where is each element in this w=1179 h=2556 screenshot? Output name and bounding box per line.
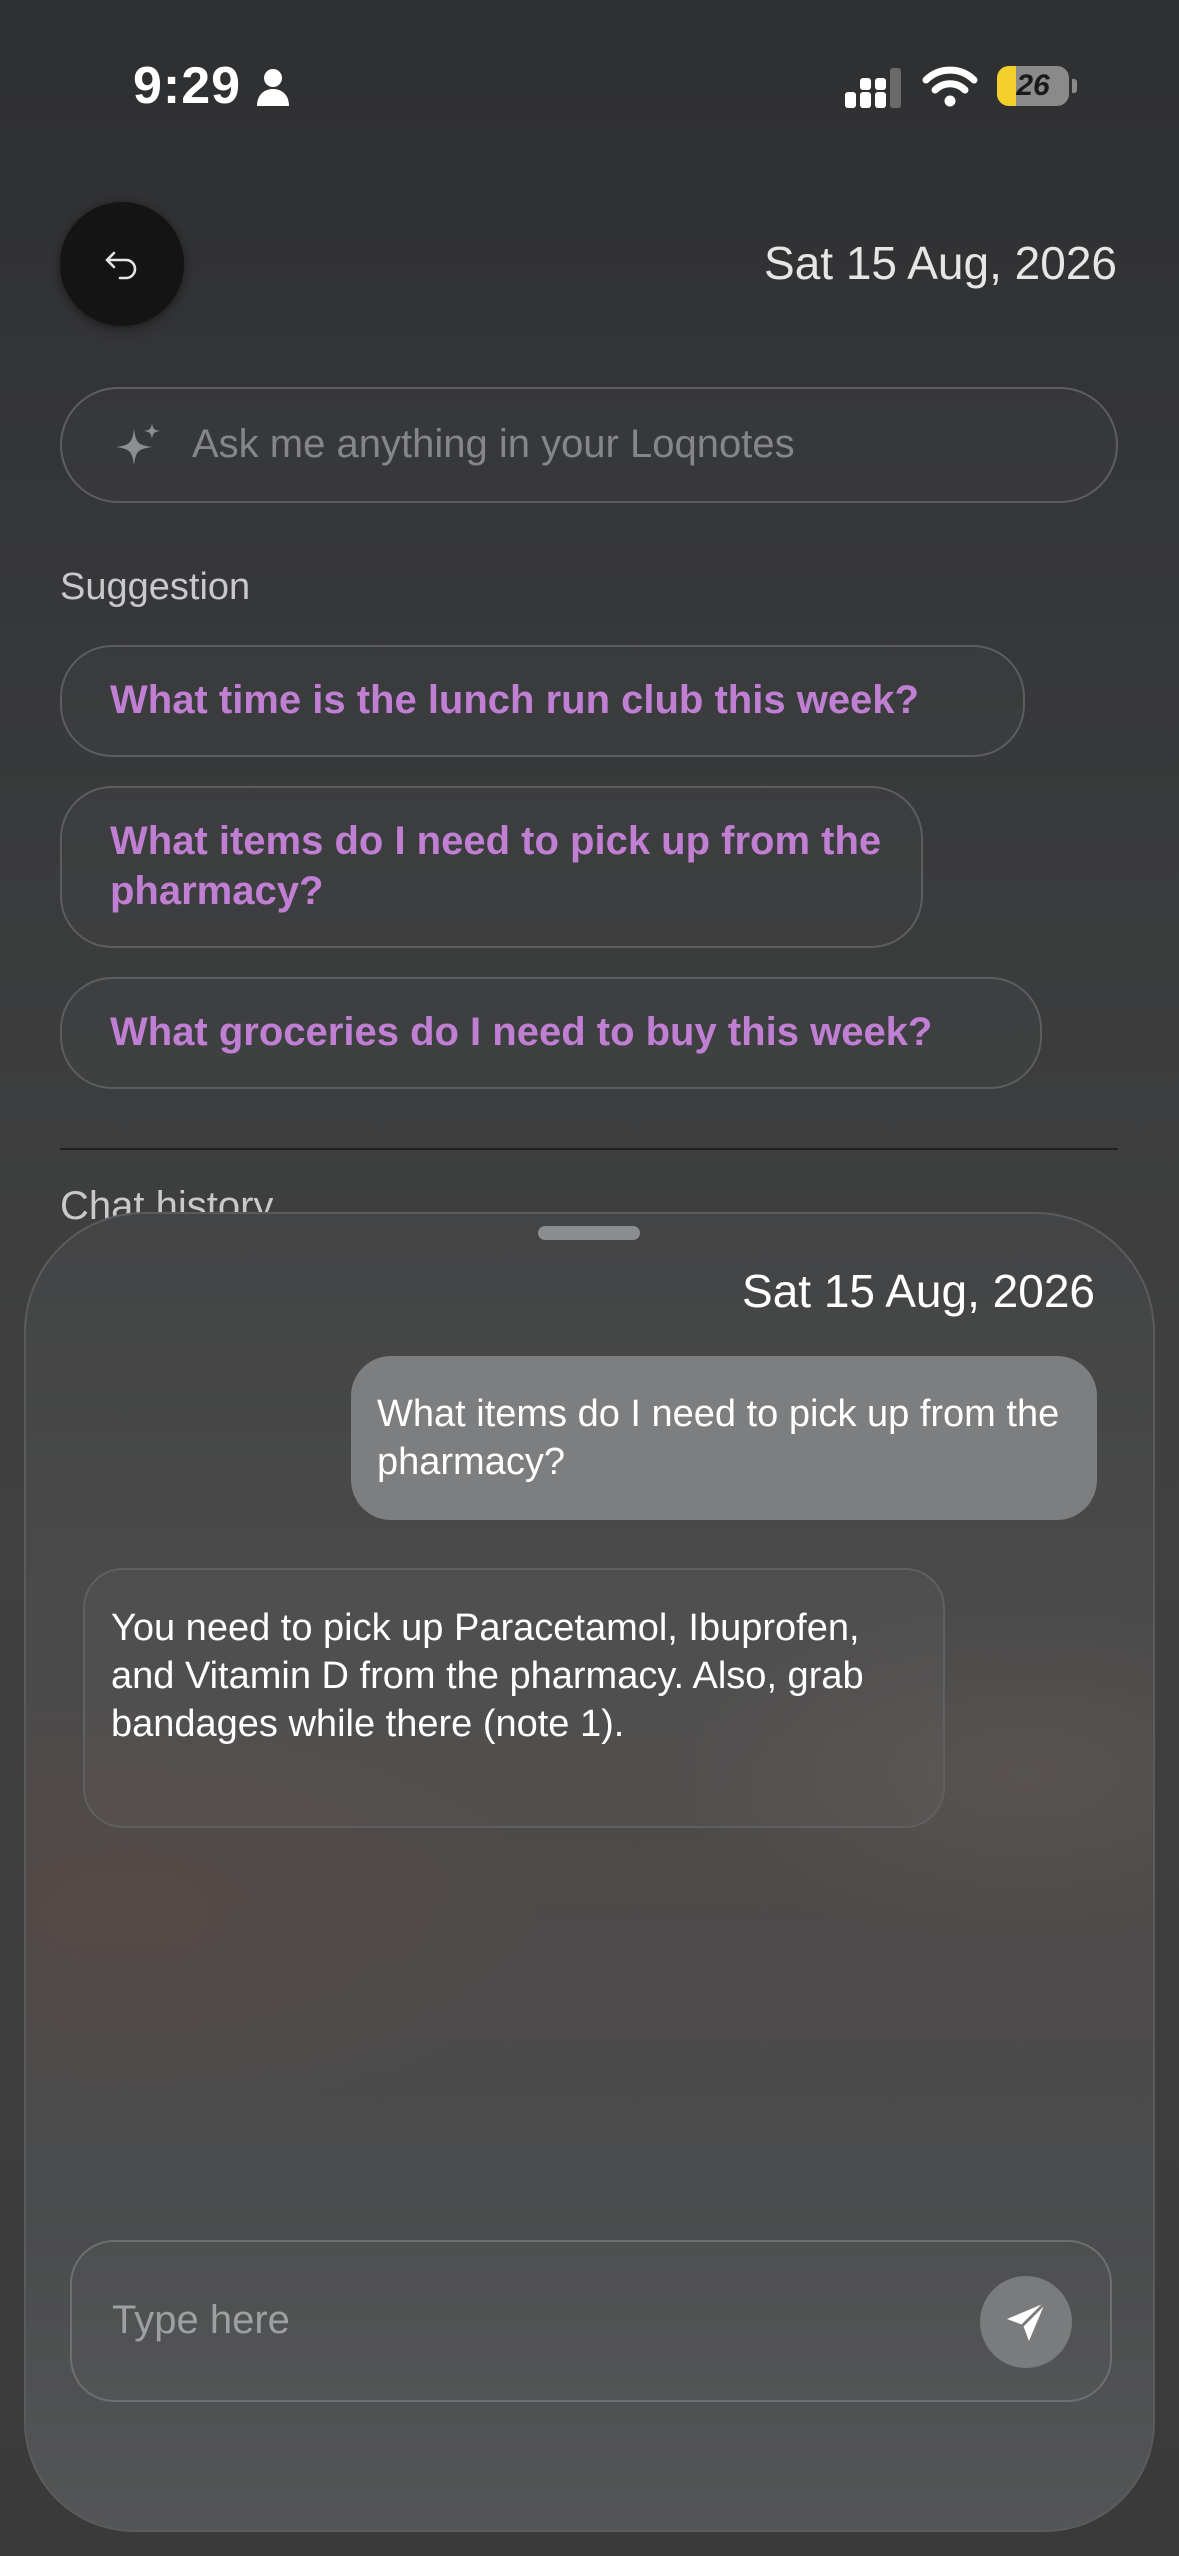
suggestion-chip-label: What items do I need to pick up from the…	[110, 819, 882, 913]
header-date: Sat 15 Aug, 2026	[764, 237, 1117, 289]
status-bar: 9:29 26	[0, 0, 1179, 170]
person-icon	[257, 69, 289, 106]
sheet-drag-handle[interactable]	[538, 1226, 640, 1240]
suggestion-heading: Suggestion	[60, 566, 251, 608]
wifi-icon	[922, 66, 978, 107]
battery-indicator: 26	[997, 66, 1077, 106]
ask-input-placeholder: Ask me anything in your Loqnotes	[192, 422, 795, 466]
sparkle-icon	[116, 423, 160, 465]
undo-arrow-icon	[105, 251, 137, 280]
chat-sheet: Sat 15 Aug, 2026 What items do I need to…	[24, 1212, 1155, 2532]
send-button[interactable]	[980, 2276, 1072, 2368]
ask-input[interactable]: Ask me anything in your Loqnotes	[60, 387, 1118, 503]
suggestion-chip[interactable]: What time is the lunch run club this wee…	[60, 645, 1025, 757]
suggestion-chip[interactable]: What items do I need to pick up from the…	[60, 786, 923, 948]
status-time: 9:29	[133, 57, 242, 115]
user-message-bubble: What items do I need to pick up from the…	[351, 1356, 1097, 1520]
message-input[interactable]: Type here	[70, 2240, 1112, 2402]
message-input-placeholder: Type here	[112, 2298, 290, 2342]
send-paper-plane-icon	[1007, 2301, 1047, 2341]
cellular-signal-icon	[845, 68, 901, 108]
assistant-message-bubble: You need to pick up Paracetamol, Ibuprof…	[83, 1568, 945, 1828]
suggestion-chip-label: What groceries do I need to buy this wee…	[110, 1010, 933, 1054]
chat-date: Sat 15 Aug, 2026	[742, 1265, 1095, 1317]
suggestion-chip-label: What time is the lunch run club this wee…	[110, 678, 919, 722]
battery-level: 26	[1016, 69, 1050, 102]
back-button[interactable]	[60, 202, 184, 326]
divider	[60, 1148, 1118, 1150]
suggestion-chip[interactable]: What groceries do I need to buy this wee…	[60, 977, 1042, 1089]
